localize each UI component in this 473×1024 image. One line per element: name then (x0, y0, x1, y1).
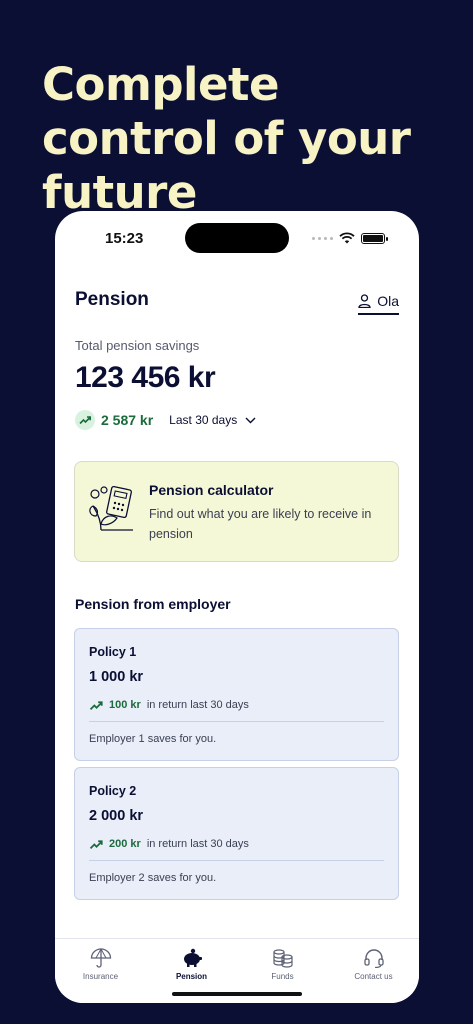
page-title: Pension (75, 289, 149, 310)
total-savings-amount: 123 456 kr (75, 361, 216, 394)
policy-card-1[interactable]: Policy 1 1 000 kr 100 kr in return last … (74, 628, 399, 761)
umbrella-icon (90, 948, 111, 968)
status-icons (312, 232, 388, 244)
savings-change-value: 2 587 kr (101, 412, 154, 428)
calculator-title: Pension calculator (149, 482, 274, 498)
trend-up-icon (89, 700, 103, 710)
calculator-plant-icon (89, 485, 133, 531)
total-savings-label: Total pension savings (75, 338, 200, 353)
policy-note: Employer 1 saves for you. (89, 733, 217, 745)
policy-amount: 1 000 kr (89, 669, 144, 685)
status-time: 15:23 (105, 230, 144, 247)
nav-label: Contact us (354, 972, 393, 981)
policy-return-suffix: in return last 30 days (146, 838, 249, 850)
calculator-description: Find out what you are likely to receive … (149, 507, 372, 541)
employer-section-title: Pension from employer (75, 596, 231, 612)
nav-label: Pension (175, 972, 208, 981)
policy-return: 100 kr in return last 30 days (89, 699, 249, 711)
nav-item-insurance[interactable]: Insurance (55, 939, 146, 1003)
divider (89, 721, 384, 722)
period-label: Last 30 days (169, 413, 238, 427)
wifi-icon (339, 232, 355, 244)
piggy-bank-icon (183, 948, 202, 967)
trend-up-icon (89, 839, 103, 849)
marketing-headline: Complete control of your future (42, 58, 411, 219)
policy-amount: 2 000 kr (89, 808, 144, 824)
policy-card-2[interactable]: Policy 2 2 000 kr 200 kr in return last … (74, 767, 399, 900)
period-dropdown[interactable]: Last 30 days (169, 413, 256, 427)
nav-item-contact-us[interactable]: Contact us (328, 939, 419, 1003)
savings-change-row: 2 587 kr Last 30 days (75, 410, 256, 430)
home-indicator (172, 992, 302, 996)
coins-icon (272, 949, 293, 968)
nav-label: Insurance (82, 972, 119, 981)
trend-up-icon (75, 410, 95, 430)
nav-label: Funds (271, 972, 294, 981)
user-name: Ola (377, 293, 399, 309)
divider (89, 860, 384, 861)
status-bar: 15:23 (55, 211, 419, 261)
user-profile-button[interactable]: Ola (358, 293, 399, 315)
dynamic-island (185, 223, 289, 253)
signal-icon (312, 236, 333, 240)
policy-return-value: 200 kr (109, 838, 141, 850)
user-icon (358, 294, 371, 308)
policy-note: Employer 2 saves for you. (89, 872, 217, 884)
phone-screen: 15:23 Pension Ola Total pension savings … (55, 211, 419, 1003)
policy-return-value: 100 kr (109, 699, 141, 711)
battery-icon (361, 232, 388, 244)
policy-name: Policy 2 (89, 784, 137, 798)
chevron-down-icon (245, 417, 256, 423)
policy-name: Policy 1 (89, 645, 137, 659)
policy-return: 200 kr in return last 30 days (89, 838, 249, 850)
headset-icon (363, 949, 384, 968)
pension-calculator-card[interactable]: Pension calculator Find out what you are… (74, 461, 399, 562)
policy-return-suffix: in return last 30 days (146, 699, 249, 711)
